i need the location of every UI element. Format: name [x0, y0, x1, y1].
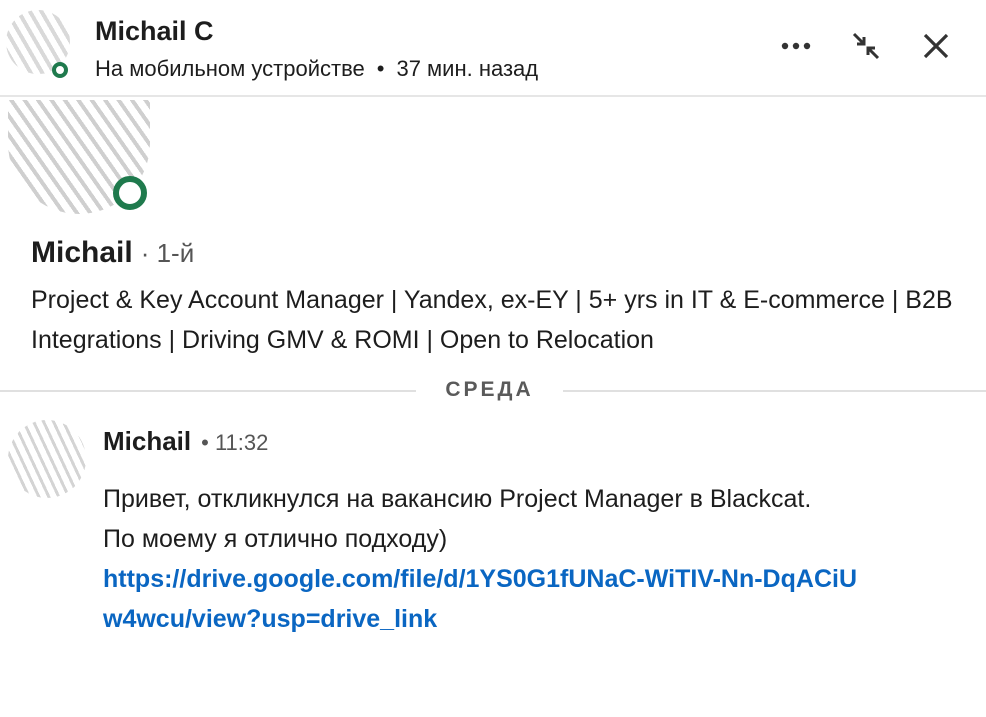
header-actions: [778, 28, 954, 64]
conversation-header: Michail С На мобильном устройстве • 37 мин…: [0, 0, 986, 97]
message-line: Привет, откликнулся на вакансию Project …: [103, 485, 812, 513]
divider-line-left: [0, 390, 416, 392]
connection-degree: · 1-й: [140, 238, 195, 268]
header-presence: На мобильном устройстве • 37 мин. назад: [95, 56, 538, 82]
message-header: Michail • 11:32: [103, 426, 268, 457]
divider-line-right: [563, 390, 986, 392]
message-author[interactable]: Michail: [103, 426, 191, 456]
collapse-arrows-icon[interactable]: [848, 28, 884, 64]
message-body: Привет, откликнулся на вакансию Project …: [103, 479, 963, 639]
profile-headline: Project & Key Account Manager | Yandex, …: [31, 286, 953, 354]
message-link[interactable]: https://drive.google.com/file/d/1YS0G1fU…: [103, 559, 873, 639]
message-time: • 11:32: [201, 430, 269, 455]
date-divider-label: СРЕДА: [445, 378, 534, 401]
profile-online-icon: [113, 176, 147, 210]
close-icon[interactable]: [918, 28, 954, 64]
presence-separator: •: [376, 56, 385, 81]
online-status-icon: [52, 62, 68, 78]
date-divider: СРЕДА: [0, 378, 986, 404]
header-contact-name[interactable]: Michail С: [95, 16, 214, 47]
presence-status: На мобильном устройстве: [95, 56, 365, 81]
profile-name[interactable]: Michail: [31, 236, 133, 269]
more-horizontal-icon[interactable]: [778, 28, 814, 64]
message-avatar[interactable]: [8, 420, 86, 498]
message-line: По моему я отлично подходу): [103, 525, 448, 553]
profile-name-row: Michail · 1-й: [31, 236, 194, 270]
last-seen: 37 мин. назад: [396, 56, 539, 81]
